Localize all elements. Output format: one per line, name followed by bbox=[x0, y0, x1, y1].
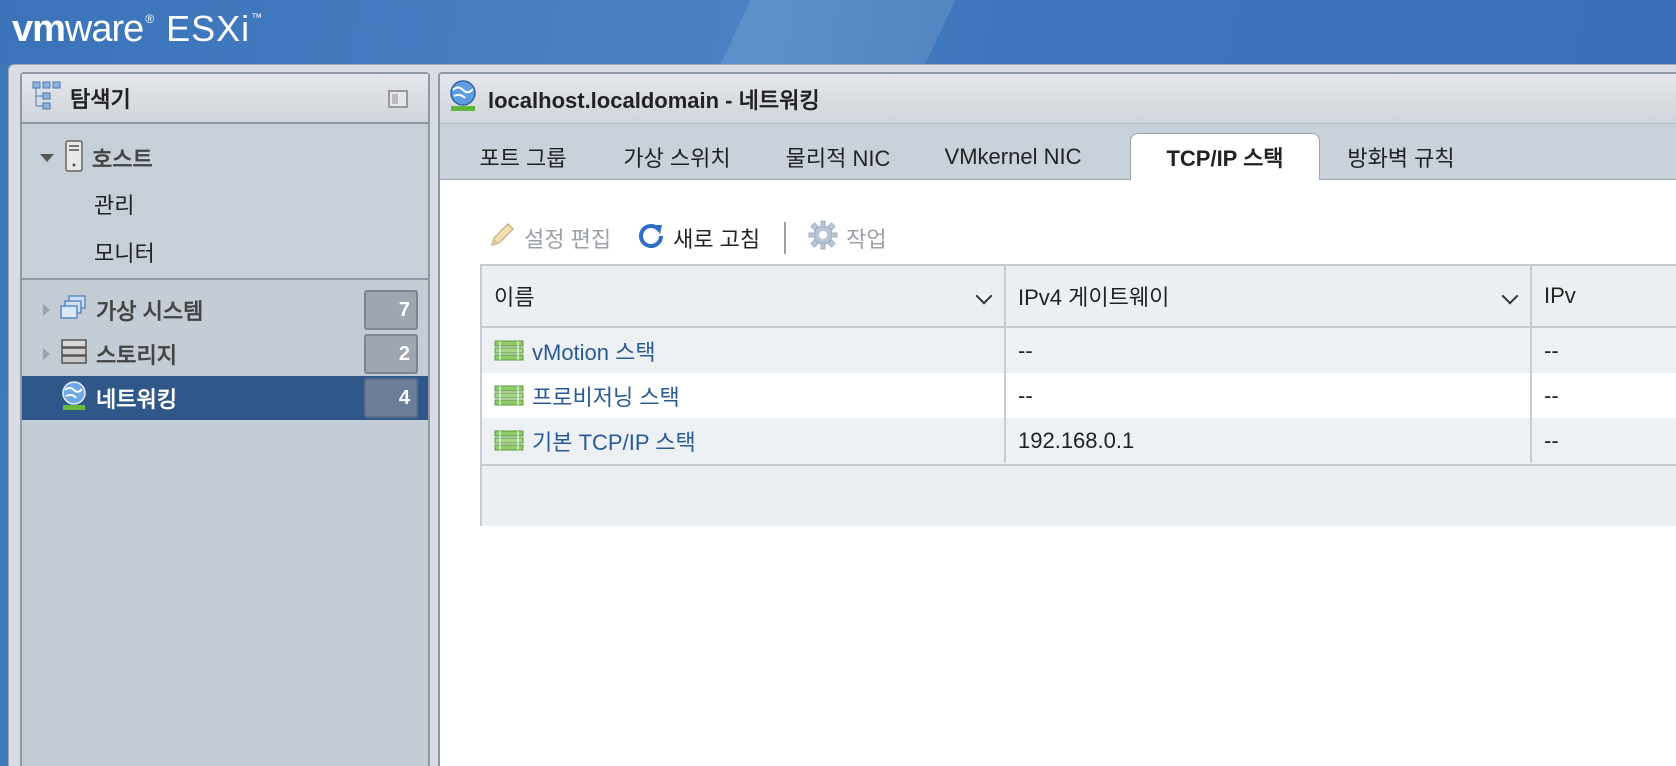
nav-item-label: 가상 시스템 bbox=[96, 299, 204, 324]
caret-right-icon[interactable] bbox=[43, 348, 50, 360]
table-cell-gateway: -- bbox=[1006, 373, 1532, 418]
logo-ware: ware bbox=[64, 8, 144, 50]
main-header: localhost.localdomain - 네트워킹 bbox=[440, 74, 1676, 124]
vmware-esxi-logo: vm ware ® ESXi ™ bbox=[12, 8, 262, 52]
table-cell-name[interactable]: 기본 TCP/IP 스택 bbox=[482, 418, 1006, 463]
refresh-button[interactable]: 새로 고침 bbox=[637, 221, 760, 255]
chevron-down-icon[interactable] bbox=[975, 287, 993, 305]
table-row[interactable]: 프로비저닝 스택 -- -- bbox=[482, 373, 1676, 418]
logo-registered: ® bbox=[145, 12, 155, 26]
server-icon bbox=[64, 139, 84, 177]
virtual-machine-icon bbox=[60, 294, 88, 326]
refresh-label: 새로 고침 bbox=[673, 227, 761, 252]
tab-physical-nics[interactable]: 물리적 NIC bbox=[768, 134, 908, 180]
tab-tcpip-stacks[interactable]: TCP/IP 스택 bbox=[1130, 133, 1320, 180]
toolbar-separator bbox=[784, 222, 787, 254]
main-panel: localhost.localdomain - 네트워킹 포트 그룹 가상 스위… bbox=[438, 72, 1676, 766]
table-cell-name[interactable]: 프로비저닝 스택 bbox=[482, 373, 1006, 418]
navigator-header: 탐색기 bbox=[22, 74, 428, 124]
nav-item-networking[interactable]: 네트워킹 4 bbox=[22, 376, 428, 420]
tab-virtual-switches[interactable]: 가상 스위치 bbox=[608, 134, 746, 180]
edit-settings-label: 설정 편집 bbox=[524, 227, 612, 252]
navigator-title: 탐색기 bbox=[70, 87, 131, 112]
logo-vm: vm bbox=[12, 8, 66, 50]
actions-label: 작업 bbox=[846, 227, 887, 252]
caret-right-icon[interactable] bbox=[43, 392, 50, 404]
stack-name-link[interactable]: vMotion 스택 bbox=[532, 335, 656, 367]
table-row[interactable]: vMotion 스택 -- -- bbox=[482, 328, 1676, 373]
count-badge: 4 bbox=[364, 378, 418, 418]
stack-name-link[interactable]: 기본 TCP/IP 스택 bbox=[532, 425, 696, 457]
column-header-label: 이름 bbox=[494, 285, 535, 310]
gear-icon bbox=[808, 220, 838, 256]
table-cell-gateway: 192.168.0.1 bbox=[1006, 418, 1532, 463]
tree-icon bbox=[32, 81, 62, 116]
storage-icon bbox=[60, 338, 88, 370]
network-globe-icon bbox=[60, 380, 88, 416]
logo-trademark: ™ bbox=[251, 12, 263, 24]
tab-firewall-rules[interactable]: 방화벽 규칙 bbox=[1334, 134, 1468, 180]
toolbar: 설정 편집 새로 고침 작업 bbox=[488, 214, 913, 262]
table-header: 이름 IPv4 게이트웨이 IPv bbox=[482, 266, 1676, 328]
tcpip-stack-icon bbox=[494, 430, 524, 452]
column-header-label: IPv4 게이트웨이 bbox=[1018, 285, 1170, 310]
tcpip-stack-icon bbox=[494, 385, 524, 407]
table-cell-ipv6: -- bbox=[1544, 337, 1559, 363]
tab-bar: 포트 그룹 가상 스위치 물리적 NIC VMkernel NIC TCP/IP… bbox=[440, 124, 1676, 180]
column-header-label: IPv bbox=[1544, 283, 1576, 308]
caret-right-icon[interactable] bbox=[43, 304, 50, 316]
nav-item-label: 네트워킹 bbox=[96, 387, 177, 412]
navigator-panel: 탐색기 호스트 모니터 관리 가상 시스템 7 스토리지 2 네트워킹 4 bbox=[20, 72, 430, 766]
tab-vmkernel-nics[interactable]: VMkernel NIC bbox=[930, 134, 1096, 180]
nav-item-label: 스토리지 bbox=[96, 343, 177, 368]
table-row[interactable]: 기본 TCP/IP 스택 192.168.0.1 -- bbox=[482, 418, 1676, 463]
nav-sub-item-manage[interactable]: 관리 bbox=[94, 188, 134, 220]
network-globe-icon bbox=[448, 80, 478, 117]
nav-item-virtual-machines[interactable]: 가상 시스템 7 bbox=[22, 288, 428, 332]
tcpip-stack-table: 이름 IPv4 게이트웨이 IPv vMotion 스택 -- -- 프로비저닝… bbox=[480, 264, 1676, 526]
host-section: 호스트 모니터 관리 bbox=[22, 124, 428, 280]
column-header-ipv6[interactable]: IPv bbox=[1532, 266, 1676, 326]
host-label: 호스트 bbox=[92, 147, 153, 172]
host-tree-item[interactable]: 호스트 bbox=[22, 139, 153, 177]
actions-button[interactable]: 작업 bbox=[808, 220, 887, 256]
refresh-icon bbox=[637, 221, 665, 255]
table-footer bbox=[482, 464, 1676, 526]
pencil-icon bbox=[488, 221, 516, 255]
table-cell-ipv6: -- bbox=[1544, 382, 1559, 408]
column-header-name[interactable]: 이름 bbox=[482, 266, 1006, 326]
table-cell-ipv6: -- bbox=[1544, 427, 1559, 453]
nav-item-storage[interactable]: 스토리지 2 bbox=[22, 332, 428, 376]
count-badge: 2 bbox=[364, 334, 418, 374]
chevron-down-icon[interactable] bbox=[1501, 287, 1519, 305]
caret-down-icon[interactable] bbox=[40, 154, 54, 162]
page-title: localhost.localdomain - 네트워킹 bbox=[488, 87, 820, 113]
stack-name-link[interactable]: 프로비저닝 스택 bbox=[532, 380, 680, 412]
tab-port-groups[interactable]: 포트 그룹 bbox=[460, 134, 586, 180]
table-cell-gateway: -- bbox=[1006, 328, 1532, 373]
tcpip-stack-icon bbox=[494, 340, 524, 362]
app-header: vm ware ® ESXi ™ bbox=[0, 0, 1676, 64]
edit-settings-button[interactable]: 설정 편집 bbox=[488, 221, 611, 255]
nav-sub-item-monitor[interactable]: 모니터 bbox=[94, 236, 155, 268]
column-header-ipv4-gateway[interactable]: IPv4 게이트웨이 bbox=[1006, 266, 1532, 326]
count-badge: 7 bbox=[364, 290, 418, 330]
logo-esxi: ESXi bbox=[166, 8, 251, 49]
table-cell-name[interactable]: vMotion 스택 bbox=[482, 328, 1006, 373]
collapse-panel-icon[interactable] bbox=[388, 90, 408, 108]
